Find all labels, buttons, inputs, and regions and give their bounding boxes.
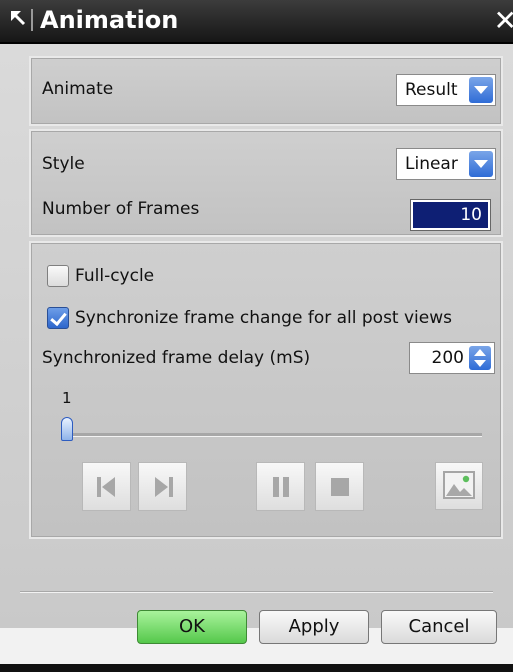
frames-input[interactable]: 10 bbox=[410, 199, 491, 231]
window-title: Animation bbox=[40, 6, 179, 34]
next-frame-button[interactable] bbox=[138, 462, 187, 511]
sync-checkbox[interactable] bbox=[47, 307, 69, 329]
style-label: Style bbox=[42, 154, 85, 174]
frames-label: Number of Frames bbox=[42, 199, 200, 219]
animate-group: Animate Result bbox=[29, 56, 503, 126]
ok-button[interactable]: OK bbox=[137, 610, 247, 644]
footer-separator bbox=[20, 591, 493, 592]
chevron-down-icon bbox=[469, 77, 493, 103]
image-export-button[interactable] bbox=[435, 462, 483, 510]
first-frame-icon bbox=[96, 477, 118, 497]
animate-label: Animate bbox=[42, 79, 114, 99]
cancel-button[interactable]: Cancel bbox=[381, 610, 497, 644]
animate-select[interactable]: Result bbox=[396, 74, 496, 106]
image-icon bbox=[443, 471, 475, 499]
stop-icon bbox=[331, 478, 349, 496]
pause-button[interactable] bbox=[256, 462, 305, 511]
stop-button[interactable] bbox=[315, 462, 364, 511]
animate-select-value: Result bbox=[405, 80, 458, 100]
style-group: Style Linear Number of Frames 10 bbox=[29, 129, 503, 237]
delay-spinner[interactable]: 200 bbox=[409, 342, 495, 374]
pause-icon bbox=[270, 477, 292, 497]
slider-value-label: 1 bbox=[62, 389, 72, 407]
frame-slider-thumb[interactable] bbox=[61, 417, 73, 441]
delay-label: Synchronized frame delay (mS) bbox=[42, 348, 311, 368]
delay-value: 200 bbox=[431, 348, 464, 368]
chevron-down-icon bbox=[469, 151, 493, 177]
first-frame-button[interactable] bbox=[82, 462, 131, 511]
bottom-edge bbox=[0, 664, 513, 672]
title-bar: Animation ✕ bbox=[0, 0, 513, 44]
spin-arrows-icon[interactable] bbox=[469, 346, 491, 370]
style-select[interactable]: Linear bbox=[396, 148, 496, 180]
sync-label: Synchronize frame change for all post vi… bbox=[75, 308, 452, 328]
full-cycle-checkbox[interactable] bbox=[47, 265, 69, 287]
close-icon[interactable]: ✕ bbox=[494, 4, 513, 37]
animation-dialog: Animate Result Style Linear Number of Fr… bbox=[0, 44, 513, 672]
style-select-value: Linear bbox=[405, 154, 458, 174]
next-frame-icon bbox=[152, 477, 174, 497]
dialog-arrow-icon bbox=[9, 9, 33, 31]
apply-button[interactable]: Apply bbox=[259, 610, 369, 644]
full-cycle-label: Full-cycle bbox=[75, 266, 155, 286]
options-group: Full-cycle Synchronize frame change for … bbox=[29, 241, 503, 539]
frame-slider-track[interactable] bbox=[67, 433, 482, 437]
